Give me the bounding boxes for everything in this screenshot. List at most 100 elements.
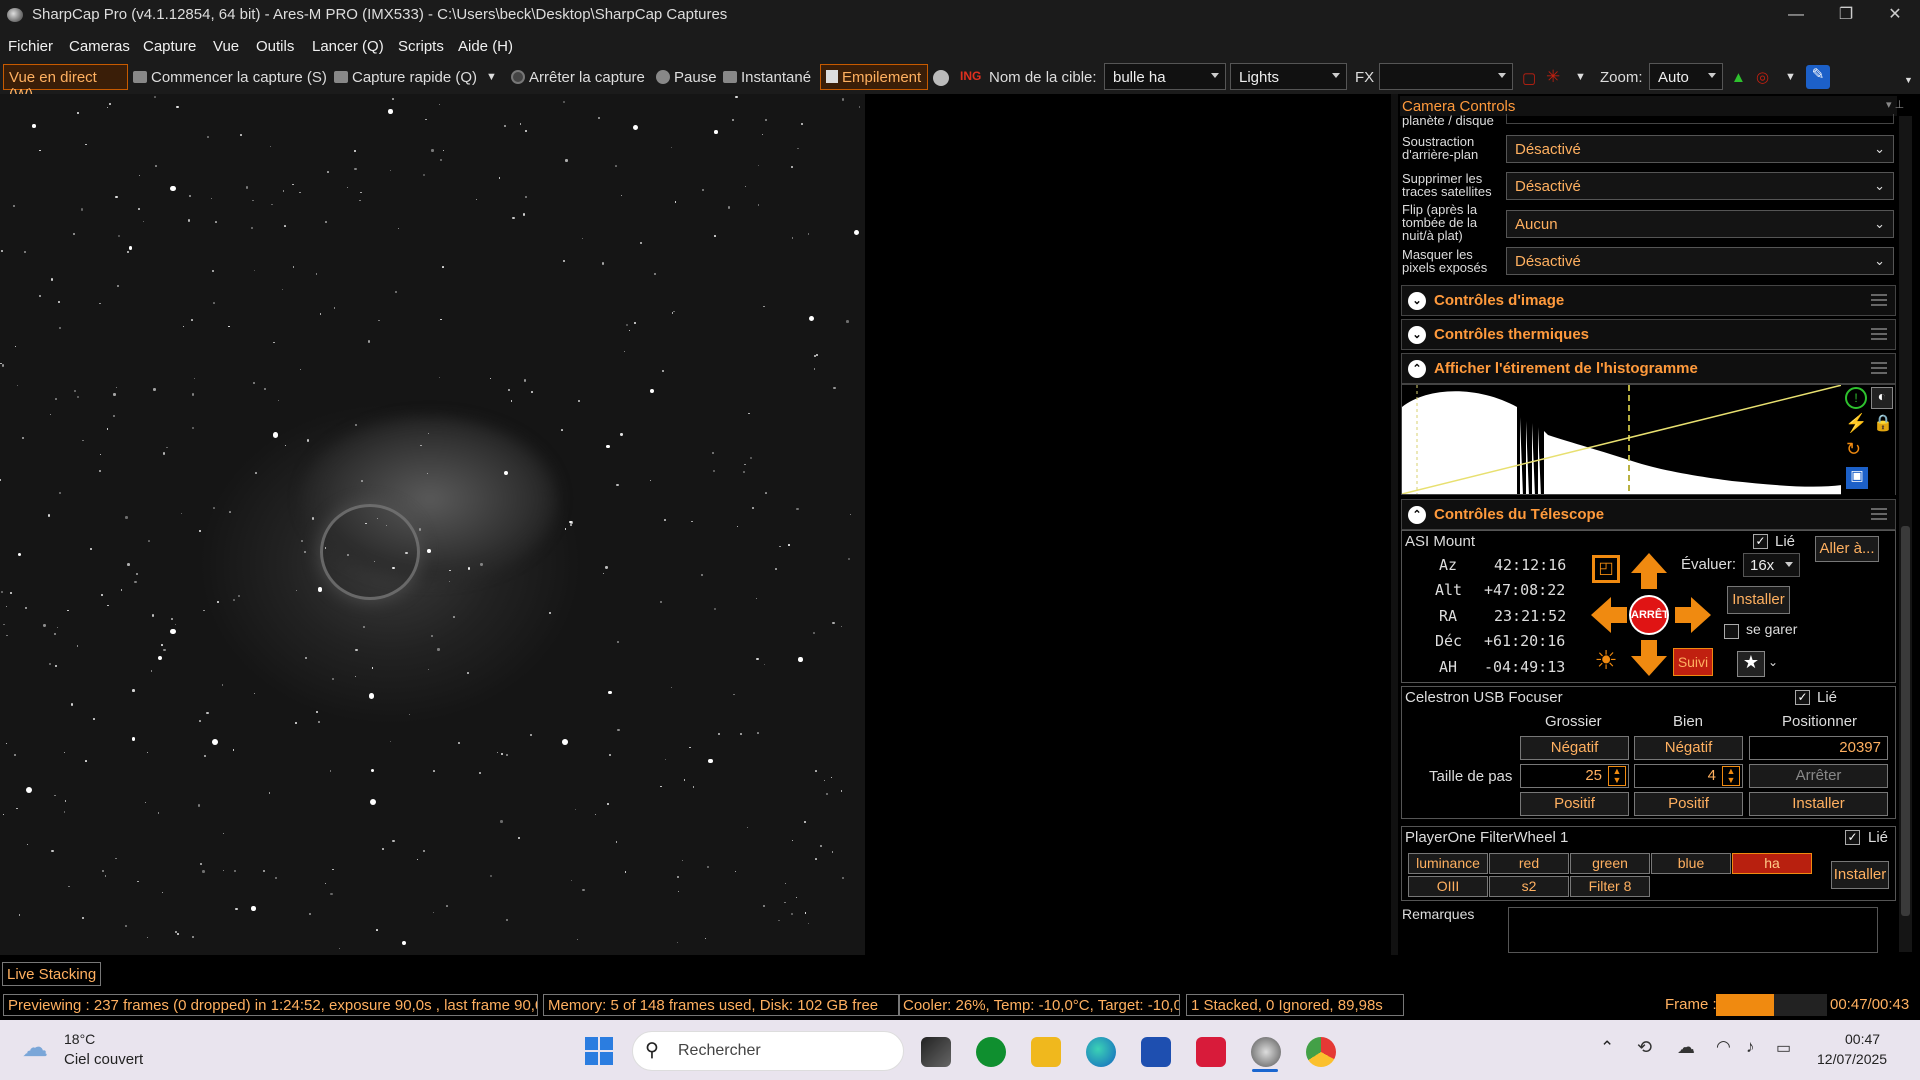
chrome-icon[interactable] xyxy=(1306,1037,1336,1067)
live-image-view[interactable] xyxy=(0,94,865,955)
filter-blue-button[interactable]: blue xyxy=(1651,853,1731,874)
menu-capture[interactable]: Capture xyxy=(143,38,196,55)
sync-icon[interactable]: ⟲ xyxy=(1637,1037,1652,1058)
overlay-dropdown-icon[interactable]: ▼ xyxy=(1575,71,1586,83)
south-arrow-button[interactable] xyxy=(1629,638,1669,678)
fx-select[interactable] xyxy=(1379,63,1513,90)
section-image-controls[interactable]: ⌄ Contrôles d'image xyxy=(1401,285,1896,316)
north-arrow-button[interactable] xyxy=(1629,551,1669,591)
home-sun-icon[interactable]: ☀ xyxy=(1592,646,1620,674)
menu-fichier[interactable]: Fichier xyxy=(8,38,53,55)
pin-icon[interactable]: ✎ xyxy=(1806,65,1830,89)
focus-assist-icon[interactable]: ◎ xyxy=(1756,68,1769,86)
stop-mount-button[interactable]: ARRÊTE xyxy=(1629,595,1669,635)
scrollbar-thumb[interactable] xyxy=(1901,526,1910,916)
focuser-setup-button[interactable]: Installer xyxy=(1749,792,1888,816)
moon-icon[interactable] xyxy=(933,70,949,90)
notes-textarea[interactable] xyxy=(1508,907,1878,953)
east-arrow-button[interactable] xyxy=(1589,595,1629,635)
lightning-icon[interactable]: ⚡ xyxy=(1845,413,1867,434)
menu-aide[interactable]: Aide (H) xyxy=(458,38,513,55)
wifi-icon[interactable]: ◠ xyxy=(1716,1037,1731,1057)
partial-dropdown[interactable] xyxy=(1506,114,1894,124)
menu-icon[interactable] xyxy=(1871,362,1887,374)
close-button[interactable]: ✕ xyxy=(1875,2,1915,28)
volume-icon[interactable]: ♪ xyxy=(1746,1037,1755,1057)
clock-date[interactable]: 12/07/2025 xyxy=(1817,1051,1887,1067)
lock-icon[interactable]: 🔒 xyxy=(1873,413,1893,433)
weather-temp[interactable]: 18°C xyxy=(64,1031,95,1047)
quick-capture-dropdown-icon[interactable]: ▼ xyxy=(486,71,497,83)
fine-positive-button[interactable]: Positif xyxy=(1634,792,1743,816)
tray-chevron-up-icon[interactable]: ⌃ xyxy=(1600,1038,1614,1058)
menu-icon[interactable] xyxy=(1871,328,1887,340)
west-arrow-button[interactable] xyxy=(1673,595,1713,635)
search-box[interactable]: ⚲ Rechercher xyxy=(632,1031,904,1071)
live-view-button[interactable]: Vue en direct (W) xyxy=(3,64,128,103)
mount-linked-checkbox[interactable]: ✓ xyxy=(1753,534,1768,549)
filter-ha-button[interactable]: ha xyxy=(1732,853,1812,874)
pause-button[interactable]: Pause xyxy=(656,69,717,86)
filter-red-button[interactable]: red xyxy=(1489,853,1569,874)
clock-time[interactable]: 00:47 xyxy=(1845,1031,1880,1047)
panel-scrollbar[interactable] xyxy=(1899,116,1912,952)
spiral-search-icon[interactable]: ◰ xyxy=(1592,555,1620,583)
panel-pin-icon[interactable]: ▾ ⊥ xyxy=(1886,98,1904,111)
toolbar-overflow-icon[interactable]: ▼ xyxy=(1904,75,1913,85)
histogram-view[interactable] xyxy=(1401,384,1896,495)
file-explorer-icon[interactable] xyxy=(1031,1037,1061,1067)
menu-icon[interactable] xyxy=(1871,294,1887,306)
filter-8-button[interactable]: Filter 8 xyxy=(1570,876,1650,897)
zoom-select[interactable]: Auto xyxy=(1649,63,1723,90)
menu-icon[interactable] xyxy=(1871,508,1887,520)
reset-icon[interactable]: ↻ xyxy=(1846,439,1861,460)
flip-select[interactable]: Aucun ⌄ xyxy=(1506,210,1894,238)
filterwheel-setup-button[interactable]: Installer xyxy=(1831,861,1889,889)
section-telescope-controls[interactable]: ⌃ Contrôles du Télescope xyxy=(1401,499,1896,530)
task-view-icon[interactable] xyxy=(921,1037,951,1067)
minimize-button[interactable]: — xyxy=(1776,2,1816,28)
maximize-button[interactable]: ❐ xyxy=(1826,2,1866,28)
goto-button[interactable]: Aller à... xyxy=(1815,536,1879,562)
coarse-positive-button[interactable]: Positif xyxy=(1520,792,1629,816)
store-icon[interactable] xyxy=(1141,1037,1171,1067)
filter-s2-button[interactable]: s2 xyxy=(1489,876,1569,897)
weather-cloud-icon[interactable]: ☁ xyxy=(22,1032,48,1063)
contrast-icon[interactable]: ◐ xyxy=(1871,387,1893,409)
weather-text[interactable]: Ciel couvert xyxy=(64,1051,143,1068)
reticle-icon[interactable]: ▢ xyxy=(1522,69,1536,87)
histogram-icon[interactable]: ▲ xyxy=(1731,69,1746,86)
stop-capture-button[interactable]: Arrêter la capture xyxy=(511,69,645,86)
satellite-trails-select[interactable]: Désactivé ⌄ xyxy=(1506,172,1894,200)
app-red-icon[interactable] xyxy=(1196,1037,1226,1067)
filter-luminance-button[interactable]: luminance xyxy=(1408,853,1488,874)
chevron-down-icon[interactable]: ⌄ xyxy=(1768,655,1778,669)
star-icon[interactable]: ★ xyxy=(1737,651,1765,677)
coarse-step-spinner[interactable]: ▲ ▼ xyxy=(1608,766,1626,786)
filterwheel-linked-checkbox[interactable]: ✓ xyxy=(1845,830,1860,845)
menu-lancer[interactable]: Lancer (Q) xyxy=(312,38,384,55)
mask-pixels-select[interactable]: Désactivé ⌄ xyxy=(1506,247,1894,275)
splitter-handle[interactable] xyxy=(1391,94,1398,955)
windows-start-icon[interactable] xyxy=(585,1037,613,1065)
mount-setup-button[interactable]: Installer xyxy=(1727,586,1790,614)
snapshot-button[interactable]: Instantané xyxy=(723,69,811,86)
filter-oiii-button[interactable]: OIII xyxy=(1408,876,1488,897)
menu-cameras[interactable]: Cameras xyxy=(69,38,130,55)
quick-capture-button[interactable]: Capture rapide (Q) xyxy=(334,69,477,86)
menu-outils[interactable]: Outils xyxy=(256,38,294,55)
edge-icon[interactable] xyxy=(1086,1037,1116,1067)
filter-green-button[interactable]: green xyxy=(1570,853,1650,874)
stacking-button[interactable]: Empilement xyxy=(820,64,928,90)
focuser-stop-button[interactable]: Arrêter xyxy=(1749,764,1888,788)
tracking-button[interactable]: Suivi xyxy=(1673,648,1713,676)
target-name-select[interactable]: bulle ha xyxy=(1104,63,1226,90)
section-histogram[interactable]: ⌃ Afficher l'étirement de l'histogramme xyxy=(1401,353,1896,384)
sharpcap-taskbar-icon[interactable] xyxy=(1251,1037,1281,1067)
position-input[interactable]: 20397 xyxy=(1749,736,1888,760)
fine-step-spinner[interactable]: ▲ ▼ xyxy=(1722,766,1740,786)
start-capture-button[interactable]: Commencer la capture (S) xyxy=(133,69,327,86)
auto-stretch-icon[interactable]: ! xyxy=(1845,387,1867,409)
fine-negative-button[interactable]: Négatif xyxy=(1634,736,1743,760)
onedrive-icon[interactable]: ☁ xyxy=(1677,1037,1695,1058)
